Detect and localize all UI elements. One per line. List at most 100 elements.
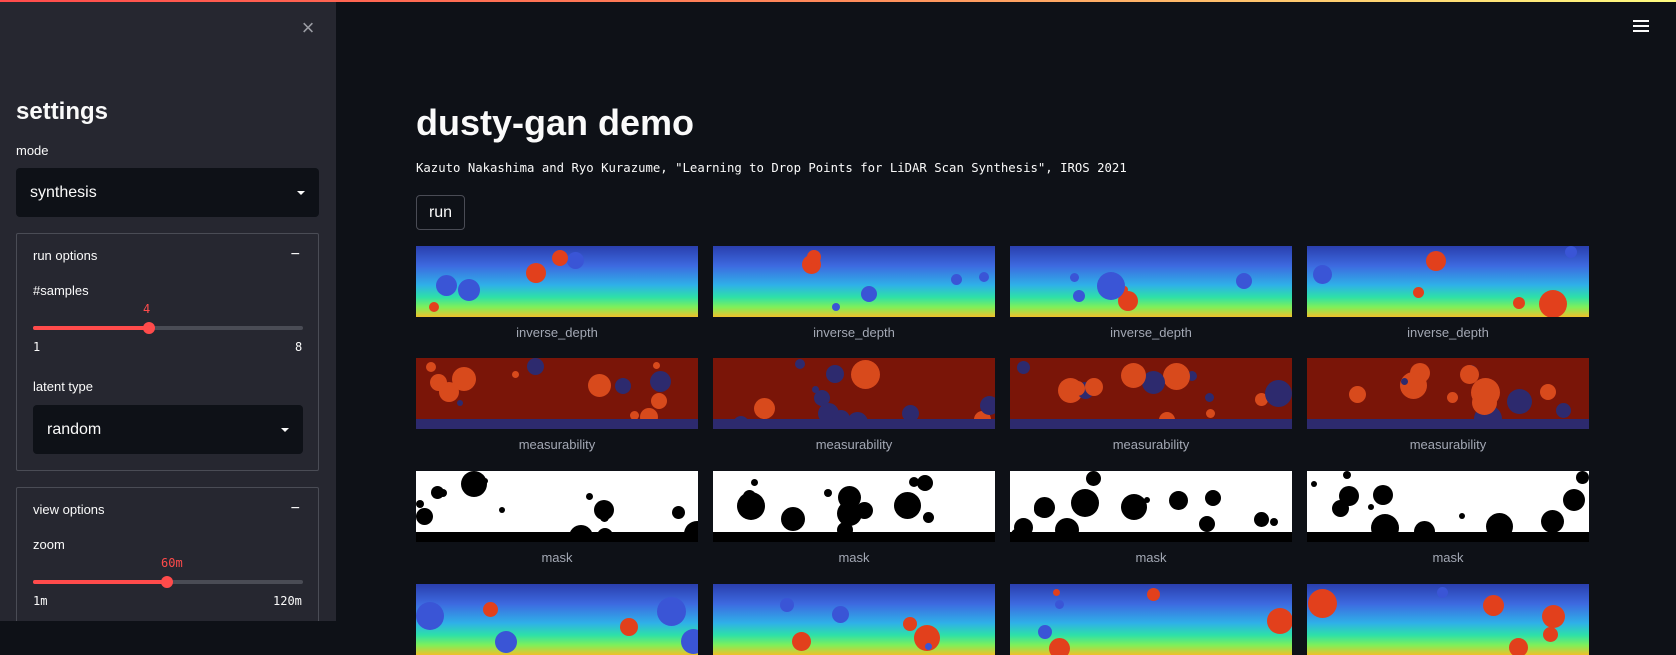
image-texture <box>1034 502 1049 517</box>
image-texture <box>1206 409 1215 418</box>
image-texture <box>499 507 505 513</box>
image-texture <box>780 598 794 612</box>
image-texture <box>651 393 667 409</box>
image-texture <box>751 479 758 486</box>
image-cell: inverse_depth <box>1010 246 1292 340</box>
depth-image <box>416 246 698 317</box>
image-texture <box>1556 403 1571 418</box>
image-texture <box>1147 588 1160 601</box>
image-texture <box>1086 471 1101 486</box>
image-caption: mask <box>541 550 573 565</box>
image-bottom-band <box>1307 532 1589 542</box>
zoom-slider-thumb[interactable] <box>161 576 173 588</box>
minus-icon[interactable]: − <box>291 246 300 264</box>
image-texture <box>743 490 756 503</box>
meas-image <box>713 358 995 429</box>
image-bottom-band <box>416 532 698 542</box>
depth-image <box>713 584 995 655</box>
image-cell: mask <box>1010 471 1292 565</box>
depth-image <box>1010 246 1292 317</box>
image-texture <box>1565 246 1577 258</box>
image-texture <box>1343 471 1351 479</box>
image-texture <box>527 358 544 375</box>
run-options-header[interactable]: run options <box>33 248 97 263</box>
image-texture <box>600 513 609 522</box>
image-texture <box>672 506 685 519</box>
image-caption: mask <box>1135 550 1167 565</box>
sidebar-title: settings <box>16 98 109 125</box>
minus-icon[interactable]: − <box>291 500 300 518</box>
image-texture <box>1121 494 1147 520</box>
image-texture <box>1400 372 1427 399</box>
run-button[interactable]: run <box>416 195 465 230</box>
image-texture <box>482 478 488 484</box>
image-cell: inverse_depth <box>416 246 698 340</box>
image-texture <box>1236 273 1252 289</box>
image-texture <box>1085 378 1103 396</box>
image-texture <box>1507 389 1532 414</box>
meas-image <box>1010 358 1292 429</box>
top-decoration-bar <box>0 0 1676 2</box>
image-texture <box>1049 638 1070 655</box>
image-texture <box>1543 627 1558 642</box>
close-icon[interactable]: × <box>298 17 318 39</box>
image-texture <box>1447 392 1458 403</box>
image-texture <box>1205 490 1221 506</box>
depth-image <box>1010 584 1292 655</box>
image-texture <box>1437 587 1448 598</box>
image-cell: mask <box>1307 471 1589 565</box>
image-texture <box>1205 393 1214 402</box>
chevron-down-icon <box>297 190 305 195</box>
mode-select[interactable]: synthesis <box>16 168 319 217</box>
image-texture <box>416 508 433 525</box>
image-texture <box>431 486 444 499</box>
mask-image <box>1307 471 1589 542</box>
latent-type-select[interactable]: random <box>33 405 303 454</box>
image-texture <box>951 274 962 285</box>
samples-slider-fill <box>33 326 149 330</box>
image-texture <box>429 302 439 312</box>
image-texture <box>1373 485 1393 505</box>
image-texture <box>457 400 463 406</box>
image-texture <box>1199 516 1215 532</box>
image-texture <box>1541 510 1564 533</box>
samples-slider[interactable]: 4 <box>33 302 303 334</box>
image-caption: mask <box>838 550 870 565</box>
image-texture <box>894 492 921 519</box>
zoom-slider-value: 60m <box>161 556 183 570</box>
image-texture <box>781 507 805 531</box>
samples-label: #samples <box>33 283 89 298</box>
image-texture <box>1070 381 1085 396</box>
image-texture <box>795 359 805 369</box>
image-texture <box>1540 384 1556 400</box>
image-texture <box>653 362 660 369</box>
image-cell: mask <box>713 471 995 565</box>
image-texture <box>832 606 849 623</box>
samples-slider-thumb[interactable] <box>143 322 155 334</box>
image-texture <box>1313 265 1332 284</box>
image-cell <box>713 584 995 655</box>
image-texture <box>1121 363 1146 388</box>
image-caption: inverse_depth <box>813 325 895 340</box>
image-texture <box>657 597 686 626</box>
image-texture <box>1053 589 1060 596</box>
image-texture <box>1472 390 1497 415</box>
image-cell <box>1307 584 1589 655</box>
image-cell: measurability <box>1307 358 1589 452</box>
image-cell: inverse_depth <box>1307 246 1589 340</box>
image-texture <box>754 398 775 419</box>
image-texture <box>832 303 840 311</box>
image-texture <box>426 362 436 372</box>
image-bottom-band <box>1307 419 1589 429</box>
image-texture <box>1459 513 1465 519</box>
image-texture <box>567 252 584 269</box>
image-cell: measurability <box>1010 358 1292 452</box>
image-cell: inverse_depth <box>713 246 995 340</box>
hamburger-menu-icon[interactable] <box>1633 20 1649 34</box>
view-options-header[interactable]: view options <box>33 502 105 517</box>
mask-image <box>416 471 698 542</box>
image-cell <box>1010 584 1292 655</box>
image-texture <box>861 286 877 302</box>
zoom-slider[interactable]: 60m <box>33 556 303 588</box>
image-texture <box>1308 589 1337 618</box>
